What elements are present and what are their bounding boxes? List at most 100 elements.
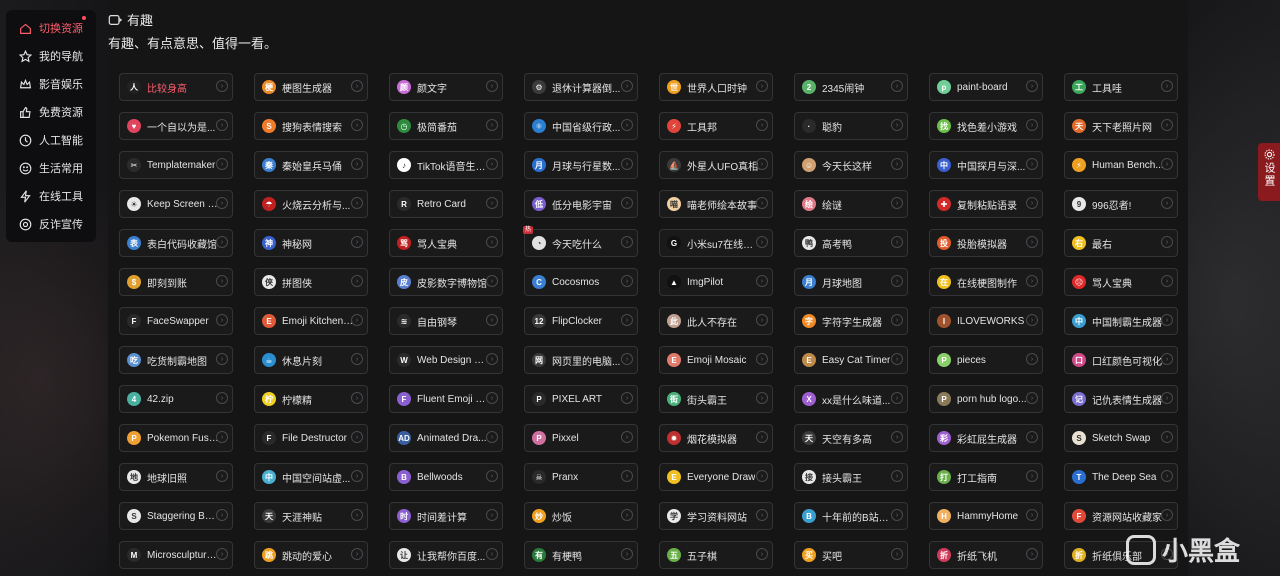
site-card[interactable]: Ppieces › [929, 346, 1043, 374]
site-card[interactable]: p paint-board › [929, 73, 1043, 101]
arrow-right-icon[interactable]: › [216, 236, 228, 248]
arrow-right-icon[interactable]: › [486, 431, 498, 443]
arrow-right-icon[interactable]: › [756, 275, 768, 287]
site-card[interactable]: 天天空有多高 › [794, 424, 908, 452]
site-card[interactable]: 投投胎模拟器 › [929, 229, 1043, 257]
site-card[interactable]: S 搜狗表情搜索 › [254, 112, 368, 140]
settings-tab[interactable]: 设置 [1258, 143, 1280, 201]
site-card[interactable]: 神神秘网 › [254, 229, 368, 257]
site-card[interactable]: Xxx是什么味道... › [794, 385, 908, 413]
arrow-right-icon[interactable]: › [486, 509, 498, 521]
arrow-right-icon[interactable]: › [756, 548, 768, 560]
arrow-right-icon[interactable]: › [1161, 119, 1173, 131]
site-card[interactable]: ⚡ Human Bench... › [1064, 151, 1178, 179]
site-card[interactable]: P Pixxel › [524, 424, 638, 452]
arrow-right-icon[interactable]: › [891, 197, 903, 209]
site-card[interactable]: R Retro Card › [389, 190, 503, 218]
site-card[interactable]: 地地球旧照 › [119, 463, 233, 491]
site-card[interactable]: 骂骂人宝典 › [389, 229, 503, 257]
arrow-right-icon[interactable]: › [891, 314, 903, 326]
site-card[interactable]: 月月球地图 › [794, 268, 908, 296]
site-card[interactable]: E Easy Cat Timer › [794, 346, 908, 374]
site-card[interactable]: G 小米su7在线体... › [659, 229, 773, 257]
site-card[interactable]: 绘绘谜 › [794, 190, 908, 218]
sidebar-item-1[interactable]: 我的导航 [6, 42, 96, 70]
arrow-right-icon[interactable]: › [891, 80, 903, 92]
site-card[interactable]: 鸭高考鸭 › [794, 229, 908, 257]
site-card[interactable]: 2 2345闹钟 › [794, 73, 908, 101]
site-card[interactable]: M Microsculpture... › [119, 541, 233, 569]
site-card[interactable]: 吃吃货制霸地图 › [119, 346, 233, 374]
site-card[interactable]: 热 ◔ 今天吃什么 › [523, 226, 638, 257]
site-card[interactable]: ≋ 自由钢琴 › [389, 307, 503, 335]
site-card[interactable]: 口口红颜色可视化 › [1064, 346, 1178, 374]
site-card[interactable]: ☂ 火烧云分析与... › [254, 190, 368, 218]
site-card[interactable]: 五五子棋 › [659, 541, 773, 569]
site-card[interactable]: ✹ 烟花模拟器 › [659, 424, 773, 452]
arrow-right-icon[interactable]: › [621, 431, 633, 443]
site-card[interactable]: 找找色差小游戏 › [929, 112, 1043, 140]
site-card[interactable]: $ 即刻到账 › [119, 268, 233, 296]
site-card[interactable]: 皮皮影数字博物馆 › [389, 268, 503, 296]
arrow-right-icon[interactable]: › [621, 158, 633, 170]
site-card[interactable]: F File Destructor › [254, 424, 368, 452]
arrow-right-icon[interactable]: › [1026, 80, 1038, 92]
arrow-right-icon[interactable]: › [216, 314, 228, 326]
sidebar-item-3[interactable]: 免费资源 [6, 98, 96, 126]
site-card[interactable]: 有有梗鸭 › [524, 541, 638, 569]
site-card[interactable]: ⚡ 工具邦 › [659, 112, 773, 140]
arrow-right-icon[interactable]: › [1026, 119, 1038, 131]
arrow-right-icon[interactable]: › [216, 548, 228, 560]
arrow-right-icon[interactable]: › [1026, 392, 1038, 404]
arrow-right-icon[interactable]: › [1161, 197, 1173, 209]
arrow-right-icon[interactable]: › [1026, 353, 1038, 365]
arrow-right-icon[interactable]: › [351, 197, 363, 209]
arrow-right-icon[interactable]: › [621, 392, 633, 404]
arrow-right-icon[interactable]: › [756, 392, 768, 404]
site-card[interactable]: Pporn hub logo... › [929, 385, 1043, 413]
arrow-right-icon[interactable]: › [756, 509, 768, 521]
arrow-right-icon[interactable]: › [216, 80, 228, 92]
arrow-right-icon[interactable]: › [486, 80, 498, 92]
arrow-right-icon[interactable]: › [216, 392, 228, 404]
site-card[interactable]: 月月球与行星数... › [524, 151, 638, 179]
sidebar-item-5[interactable]: 生活常用 [6, 154, 96, 182]
arrow-right-icon[interactable]: › [351, 548, 363, 560]
arrow-right-icon[interactable]: › [1026, 275, 1038, 287]
arrow-right-icon[interactable]: › [891, 392, 903, 404]
site-card[interactable]: ✂ Templatemaker › [119, 151, 233, 179]
site-card[interactable]: 喵喵老师绘本故事 › [659, 190, 773, 218]
arrow-right-icon[interactable]: › [621, 509, 633, 521]
arrow-right-icon[interactable]: › [891, 431, 903, 443]
arrow-right-icon[interactable]: › [756, 431, 768, 443]
arrow-right-icon[interactable]: › [486, 275, 498, 287]
arrow-right-icon[interactable]: › [1026, 431, 1038, 443]
arrow-right-icon[interactable]: › [621, 470, 633, 482]
site-card[interactable]: 时时间差计算 › [389, 502, 503, 530]
site-card[interactable]: E Emoji Mosaic › [659, 346, 773, 374]
site-card[interactable]: 记记仇表情生成器 › [1064, 385, 1178, 413]
arrow-right-icon[interactable]: › [486, 548, 498, 560]
arrow-right-icon[interactable]: › [1161, 509, 1173, 521]
site-card[interactable]: 在在线梗图制作 › [929, 268, 1043, 296]
arrow-right-icon[interactable]: › [216, 158, 228, 170]
site-card[interactable]: 中中国制霸生成器 › [1064, 307, 1178, 335]
arrow-right-icon[interactable]: › [891, 158, 903, 170]
arrow-right-icon[interactable]: › [621, 548, 633, 560]
arrow-right-icon[interactable]: › [1161, 392, 1173, 404]
arrow-right-icon[interactable]: › [1026, 197, 1038, 209]
sidebar-item-7[interactable]: 反诈宣传 [6, 210, 96, 238]
site-card[interactable]: 学学习资料网站 › [659, 502, 773, 530]
arrow-right-icon[interactable]: › [351, 80, 363, 92]
site-card[interactable]: F Fluent Emoji M... › [389, 385, 503, 413]
arrow-right-icon[interactable]: › [486, 470, 498, 482]
arrow-right-icon[interactable]: › [216, 509, 228, 521]
site-card[interactable]: ☕ 休息片刻 › [254, 346, 368, 374]
arrow-right-icon[interactable]: › [1161, 470, 1173, 482]
arrow-right-icon[interactable]: › [351, 470, 363, 482]
site-card[interactable]: 中中国空间站虚... › [254, 463, 368, 491]
site-card[interactable]: ♥ 一个自以为是... › [119, 112, 233, 140]
arrow-right-icon[interactable]: › [486, 314, 498, 326]
arrow-right-icon[interactable]: › [621, 197, 633, 209]
arrow-right-icon[interactable]: › [1161, 80, 1173, 92]
